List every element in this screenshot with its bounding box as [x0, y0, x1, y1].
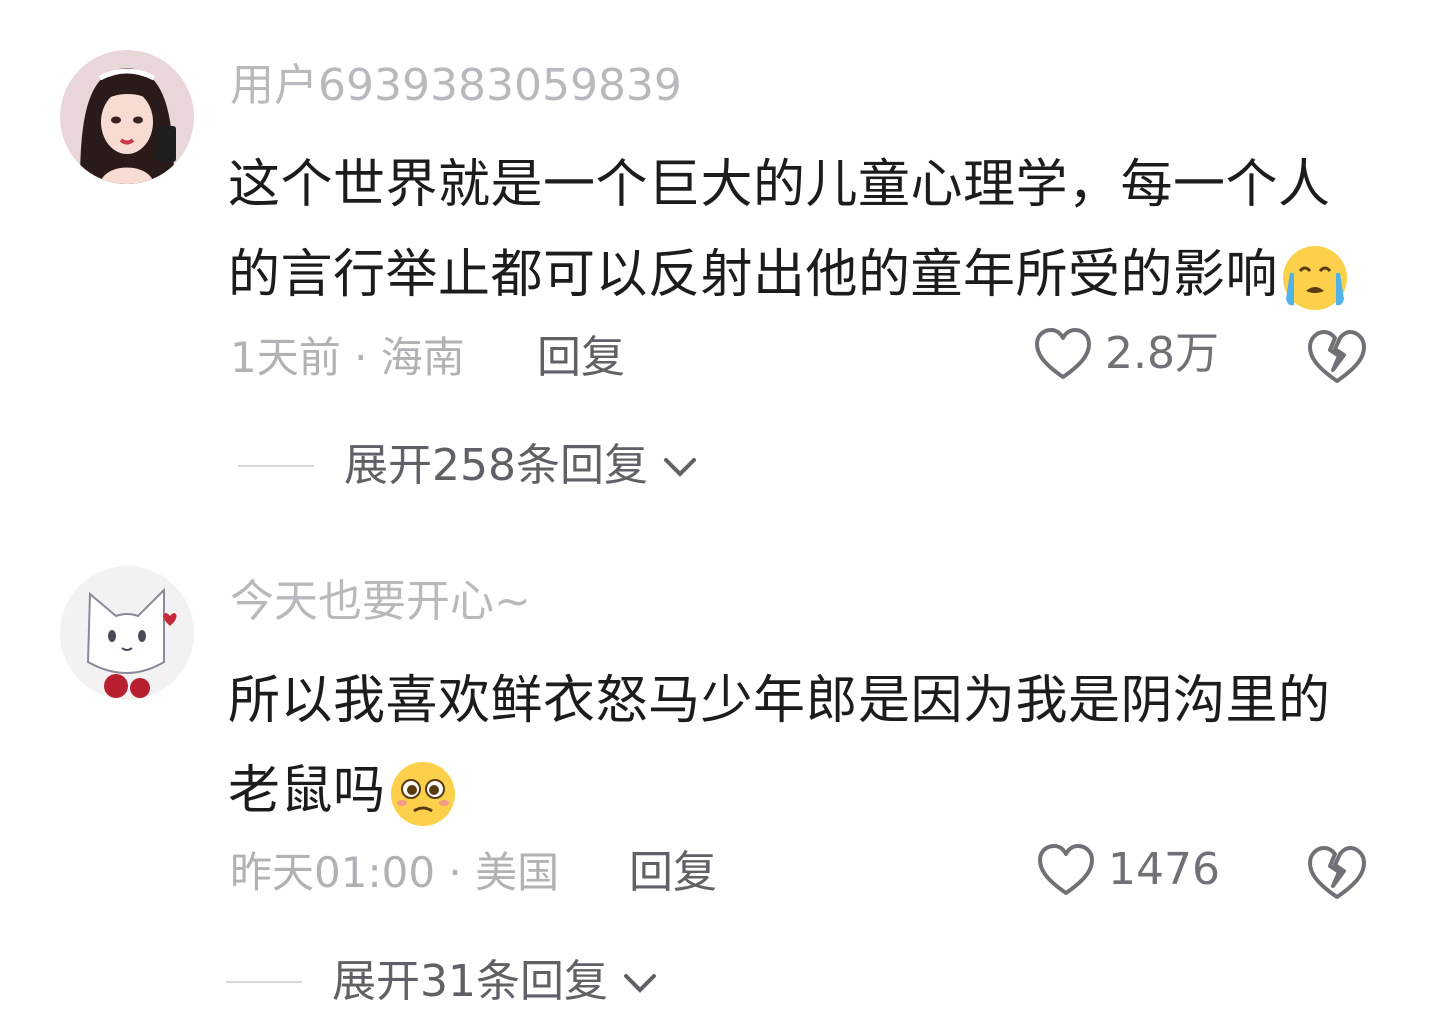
comment-text: 这个世界就是一个巨大的儿童心理学，每一个人的言行举止都可以反射出他的童年所受的影…: [228, 140, 1378, 320]
expand-replies-button[interactable]: 展开31条回复: [226, 956, 660, 1008]
user-avatar[interactable]: [60, 50, 194, 184]
like-count: 2.8万: [1105, 328, 1219, 379]
like-count: 1476: [1108, 844, 1220, 895]
expand-replies-button[interactable]: 展开258条回复: [238, 440, 700, 492]
broken-heart-icon: [1308, 330, 1366, 383]
dislike-button[interactable]: [1306, 328, 1368, 390]
username[interactable]: 今天也要开心~: [230, 576, 531, 628]
pleading-face-emoji: [390, 762, 455, 826]
divider-line: [238, 465, 314, 467]
time-location: 昨天01:00 · 美国: [230, 848, 560, 897]
expand-replies-label: 展开258条回复: [344, 440, 648, 491]
divider-line: [226, 981, 302, 983]
comment-text-body: 这个世界就是一个巨大的儿童心理学，每一个人的言行举止都可以反射出他的童年所受的影…: [228, 155, 1331, 305]
comment-text: 所以我喜欢鲜衣怒马少年郎是因为我是阴沟里的老鼠吗: [228, 656, 1378, 836]
loudly-crying-emoji: [1283, 246, 1348, 310]
time-location: 1天前 · 海南: [230, 333, 465, 382]
user-avatar[interactable]: [60, 566, 194, 700]
cat-avatar-icon: [60, 566, 194, 700]
reply-button[interactable]: 回复: [537, 333, 625, 383]
chevron-down-icon: [624, 974, 656, 993]
heart-icon: [1038, 844, 1094, 895]
dislike-button[interactable]: [1306, 844, 1368, 906]
chevron-down-icon: [663, 458, 696, 477]
expand-replies-label: 展开31条回复: [332, 956, 608, 1007]
like-button[interactable]: 1476: [1036, 842, 1220, 898]
broken-heart-icon: [1308, 846, 1366, 899]
reply-button[interactable]: 回复: [629, 848, 717, 898]
like-button[interactable]: 2.8万: [1033, 326, 1219, 382]
heart-icon: [1035, 328, 1091, 379]
username[interactable]: 用户6939383059839: [230, 60, 682, 112]
girl-avatar-icon: [60, 50, 194, 184]
